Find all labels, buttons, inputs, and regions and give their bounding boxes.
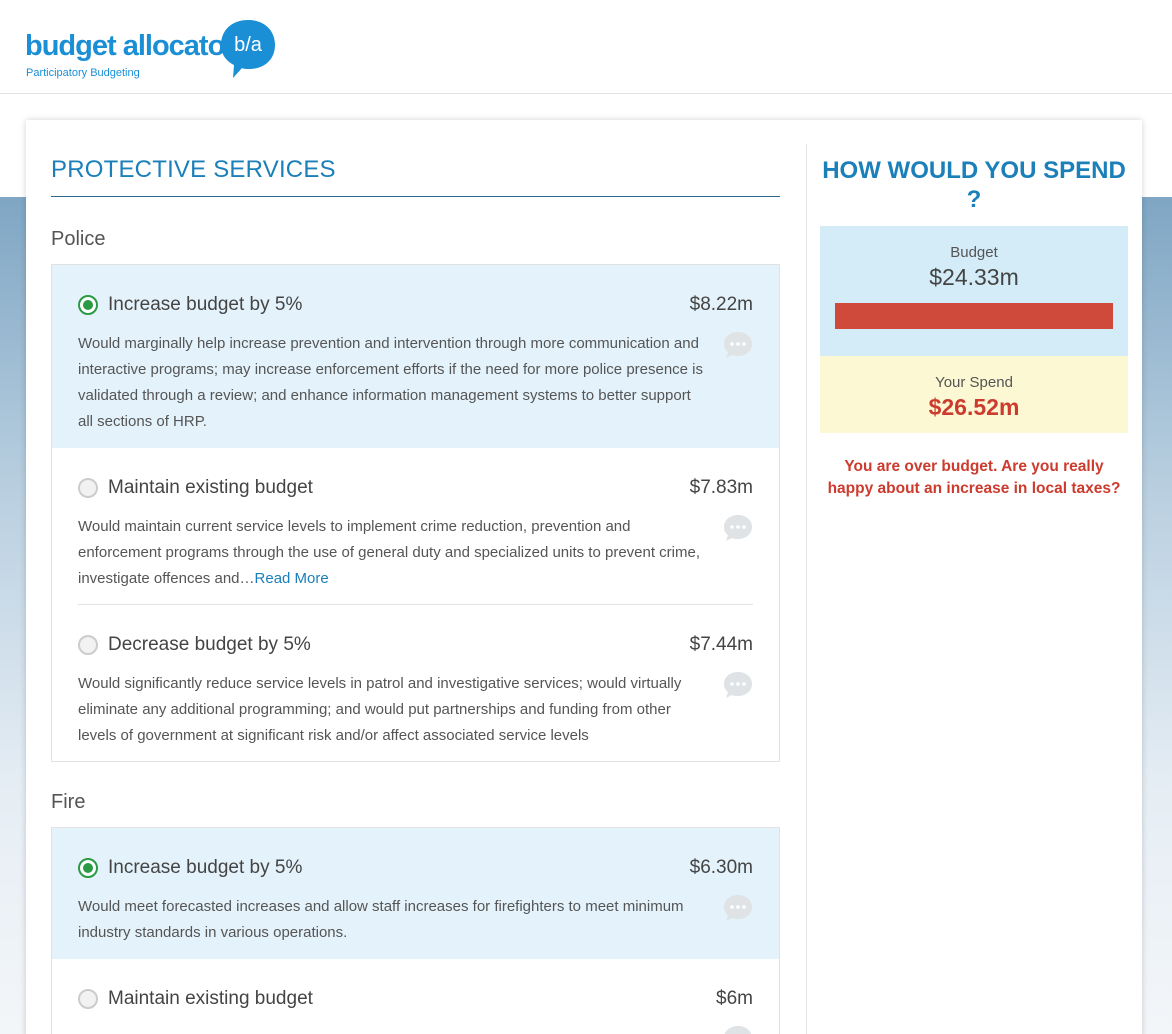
option-title: Increase budget by 5% [108,294,303,315]
option-description: Would meet forecasted increases and allo… [78,898,684,941]
police-options: Increase budget by 5% $8.22m Would margi… [51,264,780,762]
option-police-maintain[interactable]: Maintain existing budget $7.83m Would ma… [52,448,779,605]
top-header: budget allocator Participatory Budgeting… [0,0,1172,94]
speech-bubble-logo-icon: b/a [221,20,275,78]
spend-label: Your Spend [935,374,1013,391]
option-price: $8.22m [689,294,753,315]
read-more-link[interactable]: Read More [255,570,329,587]
allocation-card: PROTECTIVE SERVICES Police Increase budg… [26,120,1142,1034]
sidebar-title: HOW WOULD YOU SPEND ? [822,157,1126,213]
option-police-increase[interactable]: Increase budget by 5% $8.22m Would margi… [52,265,779,448]
option-title: Maintain existing budget [108,988,313,1009]
radio-icon[interactable] [78,478,98,498]
spend-value: $26.52m [928,394,1020,420]
budget-label: Budget [950,244,998,261]
option-police-decrease[interactable]: Decrease budget by 5% $7.44m Would signi… [52,605,779,761]
option-price: $7.83m [689,477,753,498]
option-description-text: Would maintain current service levels to… [78,518,701,587]
radio-icon[interactable] [78,295,98,315]
option-description: Would marginally help increase preventio… [78,335,704,430]
option-fire-increase[interactable]: Increase budget by 5% $6.30m Would meet … [52,828,779,959]
column-divider [806,144,807,1034]
option-description: Would maintain current service levels to… [78,514,708,592]
group-label-police: Police [51,228,106,250]
option-price: $6m [716,988,753,1009]
fire-options: Increase budget by 5% $6.30m Would meet … [51,827,780,1034]
site-logo[interactable]: budget allocator Participatory Budgeting… [25,18,285,82]
option-title: Increase budget by 5% [108,857,303,878]
option-price: $7.44m [689,634,753,655]
option-title: Maintain existing budget [108,477,313,498]
comment-icon[interactable] [723,514,753,542]
group-label-fire: Fire [51,791,86,813]
comment-icon[interactable] [723,894,753,922]
spend-panel: Your Spend $26.52m [820,356,1128,433]
option-price: $6.30m [689,857,753,878]
radio-icon[interactable] [78,989,98,1009]
comment-icon[interactable] [723,671,753,699]
comment-icon[interactable] [723,331,753,359]
svg-text:b/a: b/a [234,34,263,56]
logo-tagline: Participatory Budgeting [26,67,140,79]
option-fire-maintain[interactable]: Maintain existing budget $6m [52,959,779,1034]
comment-icon[interactable] [723,1025,753,1034]
budget-progress-bar [835,303,1113,329]
budget-value: $24.33m [929,264,1019,290]
logo-text: budget allocator [25,30,236,62]
radio-icon[interactable] [78,858,98,878]
section-title: PROTECTIVE SERVICES [51,156,780,197]
radio-icon[interactable] [78,635,98,655]
over-budget-warning: You are over budget. Are you really happ… [827,458,1121,497]
budget-panel: Budget $24.33m [820,226,1128,356]
option-description: Would significantly reduce service level… [78,675,682,744]
option-title: Decrease budget by 5% [108,634,311,655]
